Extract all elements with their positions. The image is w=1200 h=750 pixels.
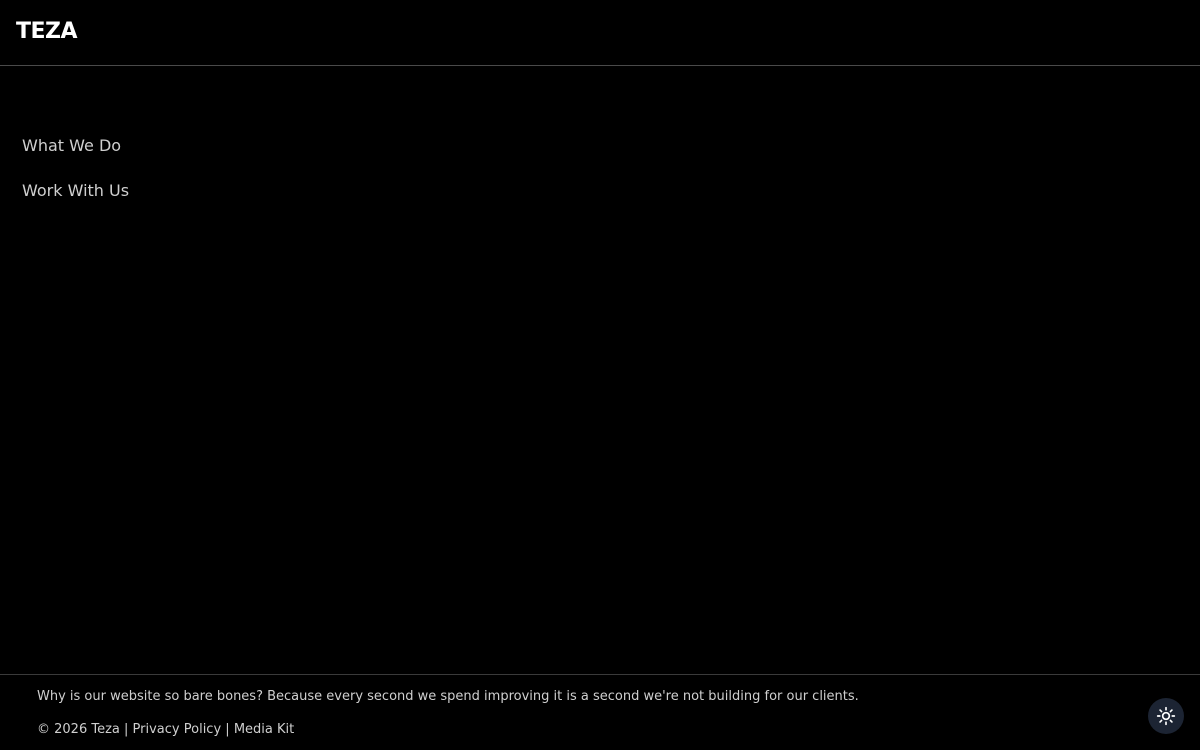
site-footer: Why is our website so bare bones? Becaus… xyxy=(0,674,1200,750)
media-kit-link[interactable]: Media Kit xyxy=(234,722,294,737)
footer-note: Why is our website so bare bones? Becaus… xyxy=(37,689,859,704)
separator: | xyxy=(225,722,230,737)
logo[interactable]: TEZA xyxy=(16,19,78,45)
footer-legal: © 2026 Teza | Privacy Policy | Media Kit xyxy=(37,721,294,739)
nav-link-work-with-us[interactable]: Work With Us xyxy=(22,179,129,203)
site-header: TEZA xyxy=(0,0,1200,66)
copyright-text: © 2026 Teza xyxy=(37,722,120,737)
theme-toggle-button[interactable] xyxy=(1148,698,1184,734)
page: TEZA What We Do Work With Us Why is our … xyxy=(0,0,1200,750)
nav-link-what-we-do[interactable]: What We Do xyxy=(22,134,129,158)
sun-icon xyxy=(1156,706,1176,726)
main-nav: What We Do Work With Us xyxy=(22,134,129,224)
separator: | xyxy=(124,722,129,737)
privacy-policy-link[interactable]: Privacy Policy xyxy=(133,722,222,737)
